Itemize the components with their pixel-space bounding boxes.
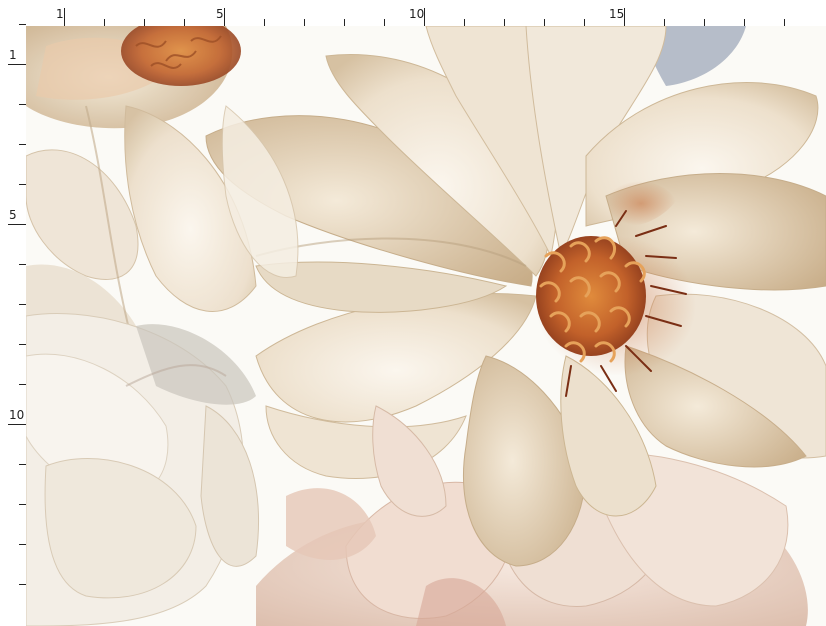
top-ruler: cm 151015 [0,0,826,26]
top-ruler-minor-tick [744,19,745,26]
left-ruler-major-tick [8,424,26,425]
top-ruler-label: 5 [216,7,224,21]
left-ruler-minor-tick [19,464,26,465]
left-ruler-minor-tick [19,264,26,265]
left-ruler-minor-tick [19,184,26,185]
top-ruler-major-tick [224,8,225,26]
left-ruler-minor-tick [19,504,26,505]
top-ruler-label: 1 [56,7,64,21]
top-ruler-minor-tick [544,19,545,26]
left-ruler-label: 10 [9,408,25,422]
top-ruler-minor-tick [264,19,265,26]
left-ruler-label: 1 [9,48,17,62]
left-ruler-minor-tick [19,344,26,345]
left-ruler-minor-tick [19,304,26,305]
top-ruler-minor-tick [184,19,185,26]
left-ruler-minor-tick [19,144,26,145]
left-ruler-minor-tick [19,544,26,545]
top-ruler-minor-tick [104,19,105,26]
top-ruler-minor-tick [584,19,585,26]
top-ruler-label: 10 [409,7,425,21]
left-ruler-minor-tick [19,584,26,585]
top-ruler-minor-tick [784,19,785,26]
top-ruler-minor-tick [504,19,505,26]
left-ruler-major-tick [8,64,26,65]
watercolor-flowers-artwork [26,26,826,626]
left-ruler-minor-tick [19,384,26,385]
left-ruler-minor-tick [19,104,26,105]
left-ruler: 1 5 10 [0,0,26,626]
left-ruler-label: 5 [9,208,17,222]
left-ruler-minor-tick [19,24,26,25]
top-ruler-minor-tick [144,19,145,26]
top-ruler-major-tick [64,8,65,26]
top-ruler-label: 15 [609,7,625,21]
top-ruler-minor-tick [664,19,665,26]
top-ruler-minor-tick [384,19,385,26]
left-ruler-major-tick [8,224,26,225]
fabric-preview-image [26,26,826,626]
top-ruler-minor-tick [704,19,705,26]
top-ruler-minor-tick [464,19,465,26]
top-ruler-minor-tick [344,19,345,26]
top-ruler-minor-tick [304,19,305,26]
